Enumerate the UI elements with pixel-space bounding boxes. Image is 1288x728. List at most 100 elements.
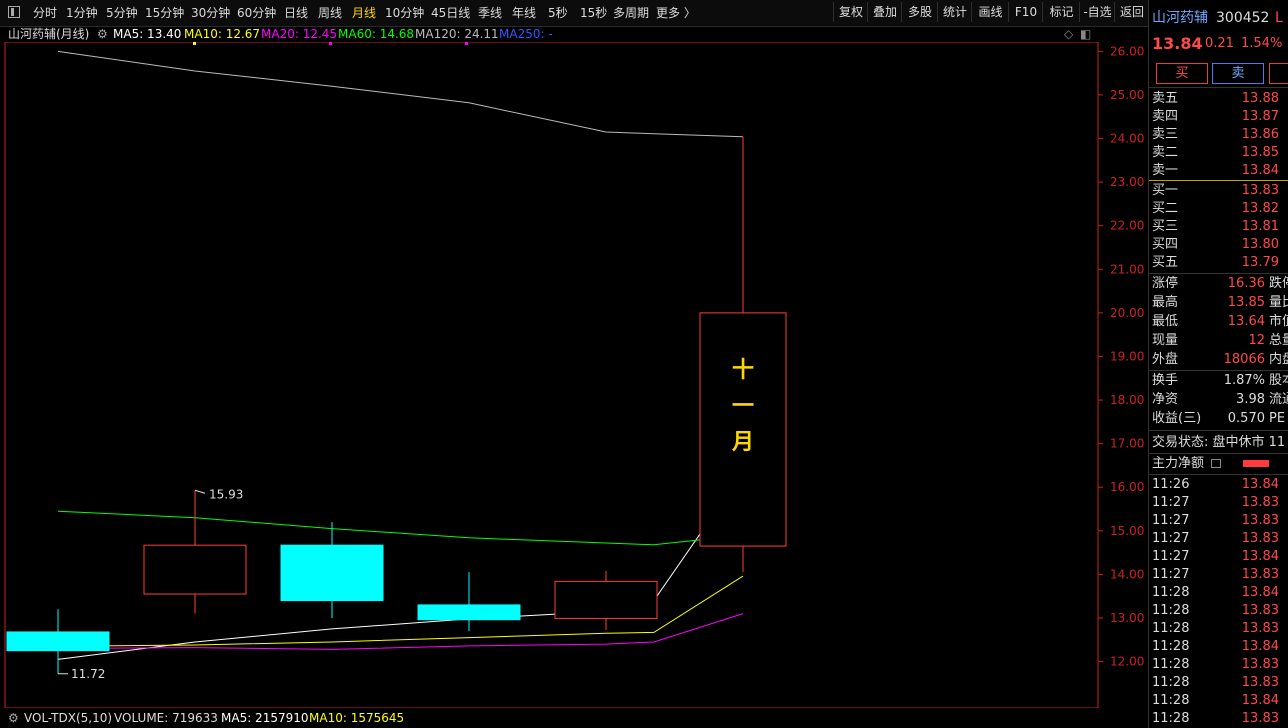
high-label: 15.93 (209, 487, 243, 501)
close-mark[interactable]: L (1275, 8, 1283, 28)
period-tab[interactable]: 日线 (284, 5, 308, 21)
y-tick-label: 20.00 (1110, 306, 1144, 320)
period-tab[interactable]: 1分钟 (66, 5, 98, 21)
ask-label: 卖二 (1152, 145, 1179, 160)
tool-button[interactable]: 画线 (971, 2, 1009, 22)
ma120-line (57, 50, 744, 138)
period-tab[interactable]: 5秒 (548, 5, 568, 21)
tool-button[interactable]: 标记 (1042, 2, 1080, 22)
stat-label: 换手 (1152, 373, 1179, 388)
tick-price: 13.84 (1241, 477, 1279, 492)
trade-status: 交易状态: 盘中休市 11 (1152, 435, 1286, 450)
y-tick-label: 15.00 (1110, 524, 1144, 538)
period-tab[interactable]: 15分钟 (145, 5, 184, 21)
bid-row[interactable]: 买二 13.82 (1149, 200, 1288, 218)
volume-ma10: MA10: 1575645 (309, 711, 405, 725)
tick-price: 13.83 (1241, 621, 1279, 636)
ask-row[interactable]: 卖四 13.87 (1149, 108, 1288, 126)
period-tab[interactable]: 15秒 (580, 5, 607, 21)
stat-row: 外盘 18066 内盘 (1149, 351, 1288, 369)
window-icon[interactable]: ◧ (1080, 26, 1091, 42)
ask-row[interactable]: 卖五 13.88 (1149, 90, 1288, 108)
stat-value: 12 (1248, 333, 1265, 348)
period-tab[interactable]: 45日线 (431, 5, 470, 21)
period-tab[interactable]: 30分钟 (191, 5, 230, 21)
tool-button[interactable]: 多股 (901, 2, 938, 22)
ma250-label: MA250: - (499, 27, 553, 41)
month-label-char: 一 (732, 394, 754, 419)
stat-extra: 股本 (1269, 373, 1288, 388)
candlestick-chart[interactable]: 15.93 11.72 十一月 26.00 25.00 24.00 23.00 22.00 2… (0, 42, 1148, 708)
tool-button[interactable]: -自选 (1079, 2, 1115, 22)
period-tab[interactable]: 月线 (352, 5, 376, 21)
tick-price: 13.84 (1241, 693, 1279, 708)
volume-info-bar: ⚙ VOL-TDX(5,10) VOLUME: 719633 MA5: 2157… (0, 708, 1148, 728)
ma60-line (57, 510, 744, 546)
tool-button[interactable]: 叠加 (867, 2, 902, 22)
stat-value: 16.36 (1227, 276, 1265, 291)
tick-price: 13.83 (1241, 711, 1279, 726)
bid-label: 买五 (1152, 255, 1179, 270)
ask-row[interactable]: 卖三 13.86 (1149, 126, 1288, 144)
period-tab[interactable]: 5分钟 (106, 5, 138, 21)
ask-price: 13.85 (1241, 145, 1279, 160)
volume-value: VOLUME: 719633 (114, 711, 218, 725)
period-tab[interactable]: 更多 〉 (656, 5, 696, 21)
tool-button[interactable]: 返回 (1114, 2, 1149, 22)
ma120-label: MA120: 24.11 (415, 27, 499, 41)
ask-label: 卖四 (1152, 109, 1179, 124)
tool-button[interactable]: F10 (1008, 2, 1043, 22)
tick-price: 13.84 (1241, 585, 1279, 600)
bid-row[interactable]: 买四 13.80 (1149, 236, 1288, 254)
stock-code: 300452 (1216, 10, 1270, 26)
bid-row[interactable]: 买一 13.83 (1149, 182, 1288, 200)
stock-name[interactable]: 山河药辅 (1152, 8, 1208, 28)
y-tick-label: 24.00 (1110, 132, 1144, 146)
diamond-icon[interactable]: ◇ (1064, 26, 1073, 42)
sidebar-toggle-icon[interactable] (8, 6, 20, 18)
period-tab[interactable]: 60分钟 (237, 5, 276, 21)
settings-icon[interactable]: ⚙ (97, 26, 108, 42)
stat-label: 外盘 (1152, 352, 1179, 367)
tool-button[interactable]: 复权 (833, 2, 868, 22)
period-tab[interactable]: 周线 (318, 5, 342, 21)
stat-value: 1.87% (1223, 373, 1265, 388)
bid-row[interactable]: 买五 13.79 (1149, 254, 1288, 272)
sell-button[interactable]: 卖 (1212, 63, 1264, 84)
period-tab[interactable]: 10分钟 (385, 5, 424, 21)
tick-row: 11:26 13.84 (1149, 476, 1288, 494)
bid-price: 13.82 (1241, 201, 1279, 216)
tick-row: 11:28 13.83 (1149, 602, 1288, 620)
ask-price: 13.87 (1241, 109, 1279, 124)
tool-button[interactable]: 统计 (937, 2, 972, 22)
tick-price: 13.83 (1241, 603, 1279, 618)
extra-button[interactable] (1269, 63, 1288, 84)
buy-button[interactable]: 买 (1156, 63, 1208, 84)
stat-row: 收益(三) 0.570 PE (1149, 410, 1288, 428)
bid-row[interactable]: 买三 13.81 (1149, 218, 1288, 236)
volume-settings-icon[interactable]: ⚙ (8, 708, 19, 728)
tick-row: 11:27 13.84 (1149, 548, 1288, 566)
period-tab[interactable]: 季线 (478, 5, 502, 21)
tick-time: 11:28 (1152, 657, 1190, 672)
tick-row: 11:27 13.83 (1149, 512, 1288, 530)
period-tab[interactable]: 多周期 (613, 5, 649, 21)
tick-price: 13.84 (1241, 639, 1279, 654)
stat-extra: 内盘 (1269, 352, 1288, 367)
y-tick-label: 21.00 (1110, 262, 1144, 276)
period-tab[interactable]: 分时 (33, 5, 57, 21)
period-tab[interactable]: 年线 (512, 5, 536, 21)
y-tick-label: 22.00 (1110, 219, 1144, 233)
stat-row: 最低 13.64 市值 (1149, 313, 1288, 331)
stat-value: 0.570 (1227, 411, 1265, 426)
ask-row[interactable]: 卖二 13.85 (1149, 144, 1288, 162)
y-tick-label: 23.00 (1110, 175, 1144, 189)
flow-toggle-icon[interactable] (1211, 459, 1221, 468)
y-tick-label: 14.00 (1110, 567, 1144, 581)
ask-row[interactable]: 卖一 13.84 (1149, 162, 1288, 180)
low-label: 11.72 (71, 667, 105, 681)
tick-price: 13.83 (1241, 531, 1279, 546)
y-tick-label: 16.00 (1110, 480, 1144, 494)
chart-title: 山河药辅(月线) (8, 27, 90, 41)
tick-price: 13.83 (1241, 675, 1279, 690)
